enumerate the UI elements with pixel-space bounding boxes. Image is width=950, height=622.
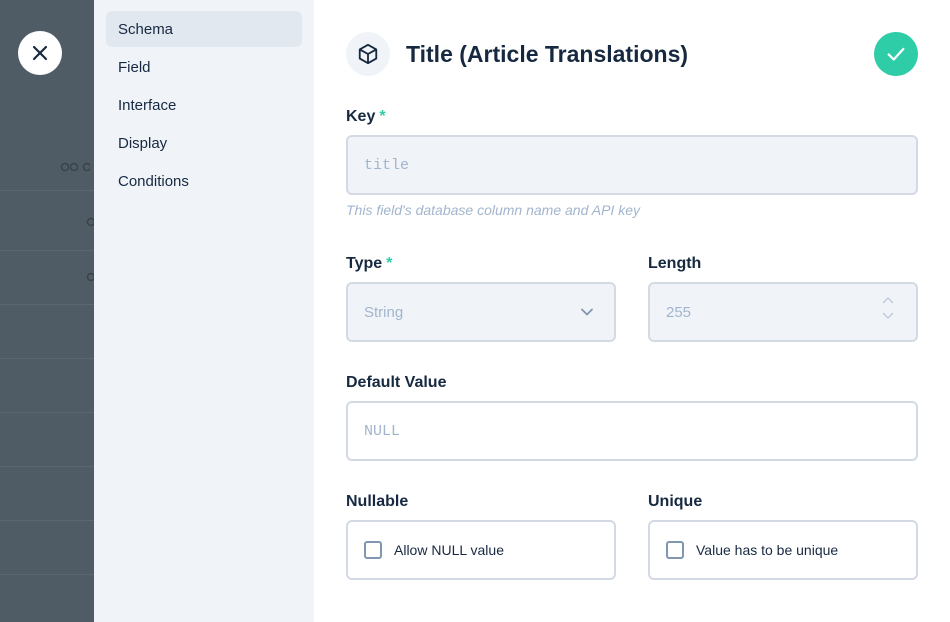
required-mark: * (386, 255, 393, 272)
nav-item-schema[interactable]: Schema (106, 11, 302, 47)
default-value-placeholder: NULL (364, 422, 401, 440)
box-icon (358, 43, 378, 65)
page-title: Title (Article Translations) (406, 40, 689, 67)
chevron-up-icon[interactable] (882, 296, 894, 304)
nav-item-label: Display (118, 134, 168, 152)
nav-item-label: Field (118, 58, 151, 76)
nav-item-display[interactable]: Display (106, 125, 302, 161)
schema-panel: Title (Article Translations) Key * title … (314, 0, 950, 622)
type-select[interactable]: String (346, 282, 616, 342)
nav-item-field[interactable]: Field (106, 49, 302, 85)
nav-item-label: Conditions (118, 172, 189, 190)
unique-label: Unique (648, 493, 703, 510)
unique-checkbox-field[interactable]: Value has to be unique (648, 520, 918, 580)
page-backdrop (0, 0, 94, 622)
key-field[interactable]: title (346, 135, 918, 195)
save-button[interactable] (874, 32, 918, 76)
type-value: String (364, 303, 404, 321)
page-header: Title (Article Translations) (346, 31, 688, 77)
nullable-checkbox-field[interactable]: Allow NULL value (346, 520, 616, 580)
chevron-down-icon[interactable] (882, 312, 894, 320)
nav-item-label: Interface (118, 96, 177, 114)
nullable-label: Nullable (346, 493, 409, 510)
link-icon (86, 272, 94, 282)
nullable-checkbox[interactable] (364, 541, 382, 559)
nav-item-interface[interactable]: Interface (106, 87, 302, 123)
nullable-checkbox-label: Allow NULL value (394, 542, 504, 558)
length-stepper[interactable]: 255 (648, 282, 918, 342)
key-icon (60, 162, 90, 172)
key-label: Key * (346, 108, 386, 125)
required-mark: * (379, 108, 386, 125)
key-hint: This field's database column name and AP… (346, 202, 640, 218)
length-value: 255 (666, 303, 692, 321)
nav-item-conditions[interactable]: Conditions (106, 163, 302, 199)
nav-item-label: Schema (118, 20, 174, 38)
length-label: Length (648, 255, 702, 272)
close-drawer-button[interactable] (18, 31, 62, 75)
chevron-down-icon (581, 308, 593, 316)
field-settings-nav: Schema Field Interface Display Condition… (94, 0, 314, 622)
key-placeholder: title (364, 156, 410, 174)
check-icon (887, 47, 905, 61)
header-icon-wrap (346, 32, 390, 76)
default-value-label: Default Value (346, 374, 447, 391)
link-icon (86, 217, 94, 227)
stepper-arrows (882, 296, 894, 320)
unique-checkbox[interactable] (666, 541, 684, 559)
default-value-input[interactable]: NULL (346, 401, 918, 461)
close-icon (32, 45, 48, 61)
type-label: Type * (346, 255, 393, 272)
unique-checkbox-label: Value has to be unique (696, 542, 839, 558)
